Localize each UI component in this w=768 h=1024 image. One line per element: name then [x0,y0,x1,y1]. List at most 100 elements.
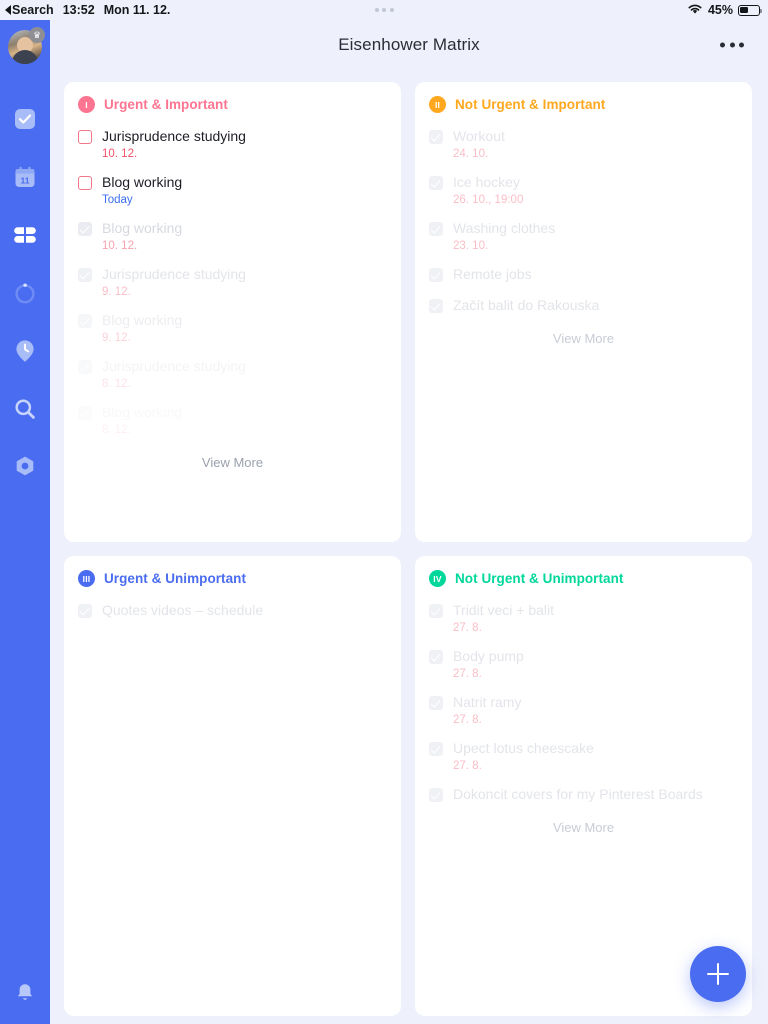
sidebar-item-search[interactable] [0,380,50,438]
task-title: Tridit veci + balit [453,602,555,618]
task-checkbox-checked[interactable] [429,222,443,236]
tasks-checkbox-icon [13,107,37,131]
quadrant-numeral-badge: II [429,96,446,113]
status-back-to-search[interactable]: Search [5,3,54,17]
task-row[interactable]: Quotes videos – schedule [78,601,387,619]
task-row[interactable]: Blog working Today [78,173,387,209]
page-title: Eisenhower Matrix [338,35,480,54]
task-title: Jurisprudence studying [102,128,246,144]
task-row[interactable]: Blog working 10. 12. [78,219,387,255]
clock-pin-icon [13,338,37,364]
sidebar-item-tasks[interactable] [0,90,50,148]
task-title: Natrit ramy [453,694,522,710]
task-row[interactable]: Ice hockey 26. 10., 19:00 [429,173,738,209]
add-task-fab[interactable] [690,946,746,1002]
task-title: Blog working [102,312,183,328]
search-icon [12,396,38,422]
task-checkbox-checked[interactable] [429,130,443,144]
task-checkbox-checked[interactable] [429,299,443,313]
task-checkbox-checked[interactable] [78,314,92,328]
multitask-handle-icon[interactable] [374,8,394,12]
battery-percent-label: 45% [707,3,733,17]
task-row[interactable]: Začít balit do Rakouska [429,296,738,314]
task-checkbox-checked[interactable] [78,406,92,420]
view-more-button[interactable]: View More [78,451,387,474]
task-body: Upect lotus cheescake 27. 8. [453,739,594,775]
quadrant-numeral-badge: I [78,96,95,113]
task-checkbox-unchecked[interactable] [78,176,92,190]
task-checkbox-checked[interactable] [78,360,92,374]
task-body: Jurisprudence studying 9. 12. [102,265,246,301]
sidebar-item-notifications[interactable] [0,966,50,1024]
svg-text:11: 11 [20,175,29,185]
quadrant-title: Not Urgent & Unimportant [455,571,624,586]
quadrant-header: I Urgent & Important [78,96,387,113]
task-due-date: Today [102,194,133,206]
quadrant-numeral-badge: IV [429,570,446,587]
sidebar-item-planned[interactable] [0,322,50,380]
app-root: Search 13:52 Mon 11. 12. 45% ♛ 11 Eisenh… [0,0,768,1024]
task-row[interactable]: Upect lotus cheescake 27. 8. [429,739,738,775]
sidebar-item-settings[interactable] [0,438,50,496]
task-row[interactable]: Workout 24. 10. [429,127,738,163]
sidebar-item-matrix[interactable] [0,206,50,264]
view-more-button[interactable]: View More [429,816,738,839]
task-body: Jurisprudence studying 8. 12. [102,357,246,393]
task-body: Blog working 8. 12. [102,403,182,439]
task-title: Blog working [102,404,183,420]
task-checkbox-checked[interactable] [429,650,443,664]
task-checkbox-checked[interactable] [429,696,443,710]
task-checkbox-checked[interactable] [78,268,92,282]
quadrant-title: Not Urgent & Important [455,97,606,112]
quadrant-title: Urgent & Important [104,97,228,112]
sidebar-item-progress[interactable] [0,264,50,322]
quadrant-card: I Urgent & Important Jurisprudence studyin… [64,82,401,542]
task-row[interactable]: Washing clothes 23. 10. [429,219,738,255]
quadrant-card: IV Not Urgent & Unimportant Tridit veci + … [415,556,752,1016]
status-bar: Search 13:52 Mon 11. 12. 45% [0,0,768,20]
task-due-date: 10. 12. [102,148,138,160]
task-due-date: 27. 8. [453,668,482,680]
task-row[interactable]: Jurisprudence studying 8. 12. [78,357,387,393]
task-row[interactable]: Jurisprudence studying 10. 12. [78,127,387,163]
task-checkbox-checked[interactable] [429,176,443,190]
task-title: Remote jobs [453,266,532,282]
progress-circle-icon [12,280,38,306]
matrix-grid-icon [12,222,38,248]
task-checkbox-checked[interactable] [429,268,443,282]
task-checkbox-checked[interactable] [429,788,443,802]
task-body: Workout 24. 10. [453,127,505,163]
task-body: Natrit ramy 27. 8. [453,693,521,729]
task-row[interactable]: Body pump 27. 8. [429,647,738,683]
task-row[interactable]: Blog working 8. 12. [78,403,387,439]
task-body: Blog working Today [102,173,182,209]
quadrant-card: III Urgent & Unimportant Quotes videos – s… [64,556,401,1016]
task-checkbox-checked[interactable] [429,604,443,618]
task-title: Washing clothes [453,220,556,236]
quadrant-header: III Urgent & Unimportant [78,570,387,587]
task-due-date: 8. 12. [102,378,131,390]
task-checkbox-checked[interactable] [429,742,443,756]
avatar[interactable]: ♛ [8,27,45,64]
task-checkbox-checked[interactable] [78,222,92,236]
task-title: Dokoncit covers for my Pinterest Boards [453,786,703,802]
task-due-date: 8. 12. [102,424,131,436]
task-body: Quotes videos – schedule [102,601,263,619]
task-title: Jurisprudence studying [102,266,246,282]
task-body: Washing clothes 23. 10. [453,219,555,255]
task-row[interactable]: Jurisprudence studying 9. 12. [78,265,387,301]
task-row[interactable]: Dokoncit covers for my Pinterest Boards [429,785,738,803]
task-row[interactable]: Remote jobs [429,265,738,283]
task-body: Dokoncit covers for my Pinterest Boards [453,785,703,803]
view-more-button[interactable]: View More [429,327,738,350]
sidebar-item-calendar[interactable]: 11 [0,148,50,206]
task-row[interactable]: Blog working 9. 12. [78,311,387,347]
more-options-button[interactable] [716,35,748,56]
task-row[interactable]: Natrit ramy 27. 8. [429,693,738,729]
wifi-icon [687,3,703,18]
task-title: Jurisprudence studying [102,358,246,374]
page-header: Eisenhower Matrix [50,20,768,70]
task-row[interactable]: Tridit veci + balit 27. 8. [429,601,738,637]
task-checkbox-unchecked[interactable] [78,130,92,144]
task-checkbox-checked[interactable] [78,604,92,618]
